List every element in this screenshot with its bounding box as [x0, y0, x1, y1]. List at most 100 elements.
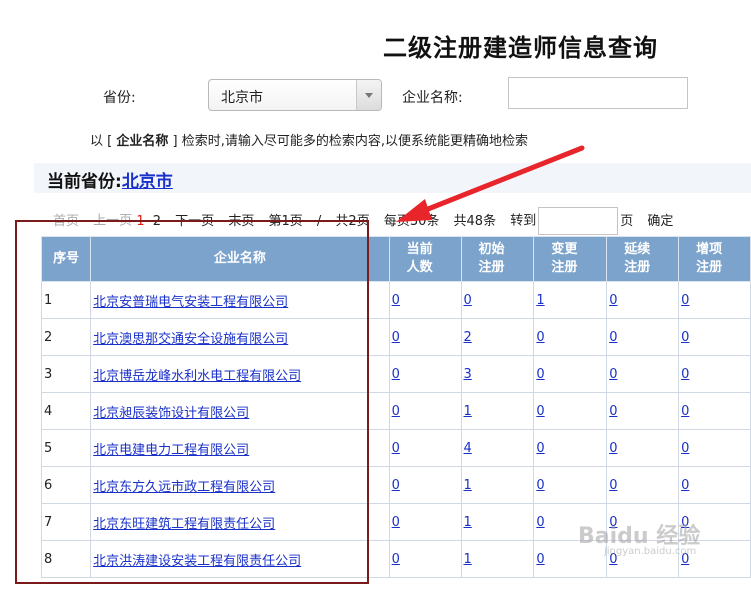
row-index-cell: 1: [40, 281, 92, 319]
table-row: 6 北京东方久远市政工程有限公司 0 1 0 0 0: [40, 466, 751, 504]
count-link[interactable]: 0: [609, 441, 617, 456]
company-link[interactable]: 北京博岳龙峰水利水电工程有限公司: [93, 369, 301, 384]
count-link[interactable]: 0: [681, 293, 689, 308]
count-cell: 0: [533, 392, 608, 430]
count-link[interactable]: 0: [536, 404, 544, 419]
company-name-cell: 北京博岳龙峰水利水电工程有限公司: [90, 355, 390, 393]
page-title: 二级注册建造师信息查询: [383, 34, 658, 62]
company-link[interactable]: 北京洪涛建设安装工程有限责任公司: [93, 554, 301, 569]
count-cell: 0: [533, 355, 608, 393]
count-link[interactable]: 1: [464, 515, 472, 530]
count-link[interactable]: 0: [392, 293, 400, 308]
count-link[interactable]: 0: [392, 552, 400, 567]
count-link[interactable]: 0: [536, 478, 544, 493]
count-link[interactable]: 0: [536, 330, 544, 345]
count-link[interactable]: 1: [464, 404, 472, 419]
next-page-link[interactable]: 下一页: [175, 214, 214, 229]
count-link[interactable]: 0: [464, 293, 472, 308]
search-hint: 以 [ 企业名称 ] 检索时,请输入尽可能多的检索内容,以便系统能更精确地检索: [90, 130, 528, 149]
count-link[interactable]: 0: [681, 404, 689, 419]
count-link[interactable]: 0: [536, 441, 544, 456]
count-cell: 0: [606, 318, 680, 356]
column-header: 增项 注册: [678, 236, 751, 282]
goto-page-input[interactable]: [538, 207, 619, 235]
table-row: 1 北京安普瑞电气安装工程有限公司 0 0 1 0 0: [40, 281, 751, 319]
company-name-cell: 北京澳思那交通安全设施有限公司: [90, 318, 390, 356]
count-link[interactable]: 0: [681, 367, 689, 382]
company-link[interactable]: 北京安普瑞电气安装工程有限公司: [93, 295, 288, 310]
count-link[interactable]: 0: [681, 441, 689, 456]
count-link[interactable]: 4: [464, 441, 472, 456]
count-link[interactable]: 0: [609, 404, 617, 419]
row-index-cell: 3: [40, 355, 92, 393]
count-cell: 1: [460, 466, 535, 504]
page-2-link[interactable]: 2: [153, 214, 161, 229]
table-row: 4 北京昶辰装饰设计有限公司 0 1 0 0 0: [40, 392, 751, 430]
company-link[interactable]: 北京澳思那交通安全设施有限公司: [93, 332, 288, 347]
count-cell: 0: [388, 429, 462, 467]
column-header: 初始 注册: [460, 236, 535, 282]
company-name-cell: 北京东方久远市政工程有限公司: [90, 466, 390, 504]
company-link[interactable]: 北京东旺建筑工程有限责任公司: [93, 517, 275, 532]
count-link[interactable]: 1: [464, 552, 472, 567]
current-page-text: 第1页: [268, 213, 303, 229]
count-link[interactable]: 0: [609, 330, 617, 345]
current-province-link[interactable]: 北京市: [122, 172, 173, 192]
count-link[interactable]: 0: [681, 478, 689, 493]
count-link[interactable]: 1: [536, 293, 544, 308]
hint-suffix: ] 检索时,请输入尽可能多的检索内容,以便系统能更精确地检索: [168, 134, 528, 149]
count-cell: 0: [460, 281, 535, 319]
count-link[interactable]: 1: [464, 478, 472, 493]
count-link[interactable]: 2: [464, 330, 472, 345]
count-link[interactable]: 0: [609, 293, 617, 308]
company-name-cell: 北京东旺建筑工程有限责任公司: [90, 503, 390, 541]
count-cell: 0: [388, 503, 462, 541]
count-link[interactable]: 0: [392, 478, 400, 493]
goto-label: 转到: [510, 213, 537, 229]
count-link[interactable]: 0: [392, 515, 400, 530]
count-cell: 1: [460, 392, 535, 430]
count-link[interactable]: 3: [464, 367, 472, 382]
count-cell: 0: [606, 355, 680, 393]
total-items-text: 共48条: [453, 213, 497, 229]
count-cell: 0: [606, 281, 680, 319]
current-province: 当前省份:北京市: [47, 167, 173, 192]
company-link[interactable]: 北京东方久远市政工程有限公司: [93, 480, 275, 495]
count-link[interactable]: 0: [609, 478, 617, 493]
count-cell: 0: [606, 429, 680, 467]
count-link[interactable]: 0: [392, 441, 400, 456]
count-cell: 0: [678, 392, 751, 430]
table-row: 3 北京博岳龙峰水利水电工程有限公司 0 3 0 0 0: [40, 355, 751, 393]
count-link[interactable]: 0: [392, 367, 400, 382]
chevron-down-icon[interactable]: [356, 80, 381, 110]
count-link[interactable]: 0: [536, 552, 544, 567]
province-select-value: 北京市: [221, 90, 263, 106]
count-cell: 0: [678, 318, 751, 356]
count-link[interactable]: 0: [536, 515, 544, 530]
count-cell: 0: [388, 392, 462, 430]
count-cell: 0: [388, 318, 462, 356]
table-header-row: 序号 企业名称 当前 人数 初始 注册 变更 注册 延续 注册 增项 注册: [40, 236, 751, 282]
province-select[interactable]: 北京市: [208, 79, 382, 111]
count-cell: 0: [388, 540, 462, 578]
company-link[interactable]: 北京电建电力工程有限公司: [93, 443, 249, 458]
count-link[interactable]: 0: [609, 367, 617, 382]
column-header: 变更 注册: [533, 236, 608, 282]
table-row: 2 北京澳思那交通安全设施有限公司 0 2 0 0 0: [40, 318, 751, 356]
count-link[interactable]: 0: [536, 367, 544, 382]
pagination: 首页 上一页 1 2 下一页 末页 第1页 / 共2页 每页30条 共48条 转…: [53, 207, 683, 235]
count-link[interactable]: 0: [681, 330, 689, 345]
hint-keyword: 企业名称: [116, 134, 169, 149]
count-link[interactable]: 0: [392, 404, 400, 419]
count-cell: 0: [388, 281, 462, 319]
confirm-button[interactable]: 确定: [647, 214, 673, 229]
count-cell: 1: [460, 503, 535, 541]
page-1-link: 1: [136, 213, 145, 229]
count-cell: 0: [678, 281, 751, 319]
company-name-input[interactable]: [508, 77, 688, 109]
company-link[interactable]: 北京昶辰装饰设计有限公司: [93, 406, 249, 421]
count-cell: 0: [678, 466, 751, 504]
count-link[interactable]: 0: [392, 330, 400, 345]
company-name-cell: 北京安普瑞电气安装工程有限公司: [90, 281, 390, 319]
last-page-link[interactable]: 末页: [228, 214, 254, 229]
